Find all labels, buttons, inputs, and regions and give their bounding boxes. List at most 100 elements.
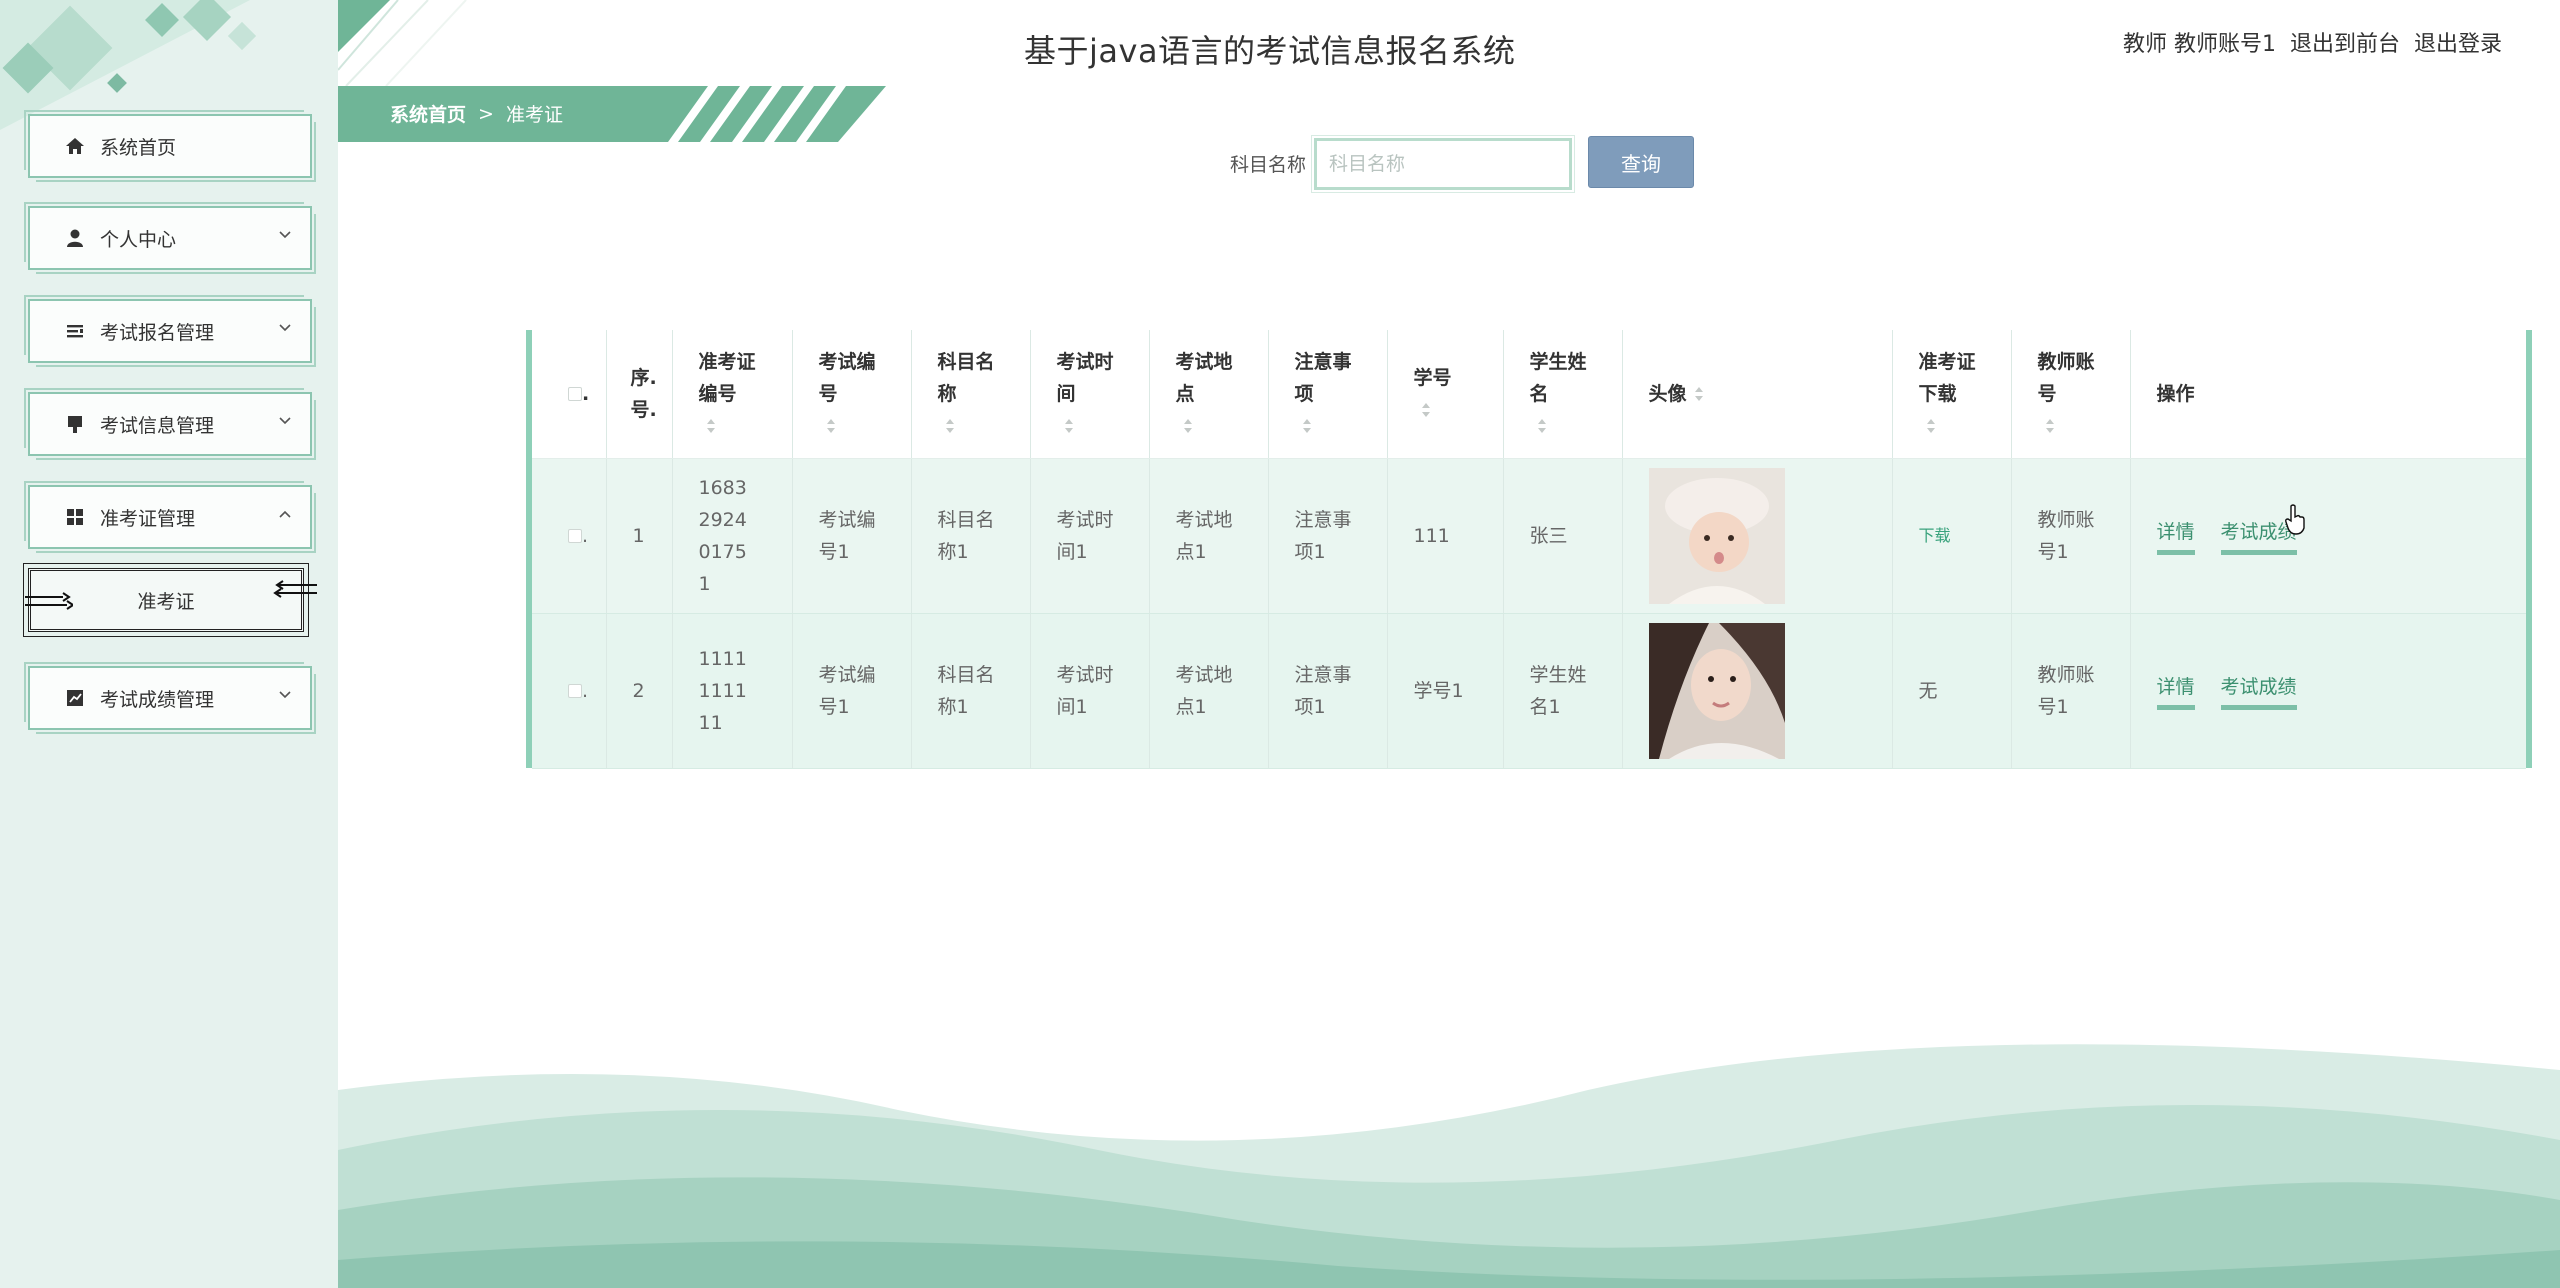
chart-icon [64, 687, 86, 709]
row-checkbox-cell[interactable]: . [532, 613, 607, 769]
cell-ticket-download: 下载 [1892, 458, 2012, 614]
cell-student-no: 111 [1387, 458, 1504, 614]
sort-icon[interactable] [825, 416, 837, 436]
table-row: . 2 1111111111 考试编号1 科目名称1 考试时间1 考试地点1 注… [532, 613, 2526, 769]
search-button[interactable]: 查询 [1588, 136, 1694, 188]
sidebar-item-exam-registration[interactable]: 考试报名管理 [24, 295, 316, 367]
breadcrumb-current: 准考证 [505, 104, 563, 126]
cell-subject: 科目名称1 [911, 458, 1031, 614]
sort-icon[interactable] [705, 416, 717, 436]
header-ticket-download[interactable]: 准考证下载 [1892, 330, 2012, 459]
detail-button[interactable]: 详情 [2156, 673, 2195, 710]
sidebar-item-label: 考试报名管理 [100, 321, 215, 344]
detail-button[interactable]: 详情 [2156, 518, 2195, 555]
sidebar-item-home[interactable]: 系统首页 [24, 110, 316, 182]
sidebar-item-personal-center[interactable]: 个人中心 [24, 202, 316, 274]
header-teacher-account[interactable]: 教师账号 [2011, 330, 2131, 459]
sort-icon[interactable] [1182, 416, 1194, 436]
header-ticket-no[interactable]: 准考证编号 [672, 330, 793, 459]
list-icon [64, 320, 86, 342]
cell-actions: 详情 考试成绩 [2130, 613, 2526, 769]
arrow-right-icon [25, 592, 73, 610]
header-exam-time[interactable]: 考试时间 [1030, 330, 1150, 459]
sidebar-item-exam-scores[interactable]: 考试成绩管理 [24, 662, 316, 734]
chevron-down-icon [279, 324, 291, 332]
table-row: . 1 1683292401751 考试编号1 科目名称1 考试时间1 考试地点… [532, 458, 2526, 614]
sort-icon[interactable] [1301, 416, 1313, 436]
sidebar-item-label: 系统首页 [100, 136, 177, 159]
cell-exam-time: 考试时间1 [1030, 613, 1150, 769]
submenu-item-admission-ticket[interactable]: 准考证 [23, 563, 317, 637]
table-header-row: . 序.号. 准考证编号 考试编号 科目名称 考试时间 考试地点 注意事项 学号… [532, 330, 2526, 459]
chevron-up-icon [279, 510, 291, 518]
avatar[interactable] [1648, 467, 1785, 604]
sort-icon[interactable] [1536, 416, 1548, 436]
row-checkbox-cell[interactable]: . [532, 458, 607, 614]
chevron-down-icon [279, 231, 291, 239]
breadcrumb-separator: > [478, 102, 494, 125]
stamp-icon [64, 413, 86, 435]
user-area: 教师 教师账号1 退出到前台 退出登录 [2123, 26, 2502, 58]
page-title: 基于java语言的考试信息报名系统 [1024, 32, 1516, 70]
chevron-down-icon [279, 417, 291, 425]
download-link[interactable]: 下载 [1919, 526, 1951, 545]
cell-teacher-account: 教师账号1 [2011, 458, 2131, 614]
cell-exam-place: 考试地点1 [1149, 458, 1269, 614]
header-notes[interactable]: 注意事项 [1268, 330, 1388, 459]
cell-ticket-no: 1683292401751 [672, 458, 793, 614]
subject-search-input[interactable] [1311, 135, 1575, 193]
grid-icon [64, 506, 86, 528]
exam-score-button[interactable]: 考试成绩 [2220, 673, 2297, 710]
header-subject[interactable]: 科目名称 [911, 330, 1031, 459]
sort-icon[interactable] [1420, 400, 1432, 420]
avatar[interactable] [1648, 622, 1785, 759]
sidebar: 系统首页 个人中心 考试报名管理 考试信息管理 准考证管理 准考证 考试成绩管理 [0, 0, 338, 1288]
cell-student-no: 学号1 [1387, 613, 1504, 769]
breadcrumb-home[interactable]: 系统首页 [390, 100, 466, 127]
bottom-wave-decoration [338, 1044, 2560, 1288]
sidebar-item-exam-info[interactable]: 考试信息管理 [24, 388, 316, 460]
cell-exam-no: 考试编号1 [792, 458, 912, 614]
cell-avatar [1622, 613, 1893, 769]
header-student-no[interactable]: 学号 [1387, 330, 1504, 459]
person-icon [64, 227, 86, 249]
header-student-name[interactable]: 学生姓名 [1503, 330, 1623, 459]
sort-icon[interactable] [1063, 416, 1075, 436]
cell-student-name: 学生姓名1 [1503, 613, 1623, 769]
arrow-left-icon [273, 580, 317, 598]
home-icon [64, 135, 86, 157]
select-all-checkbox[interactable] [568, 387, 582, 402]
submenu-item-label: 准考证 [137, 590, 195, 613]
header-select-all[interactable]: . [532, 330, 607, 459]
sort-icon[interactable] [1925, 416, 1937, 436]
hand-cursor-icon [2285, 504, 2305, 535]
header-exam-place[interactable]: 考试地点 [1149, 330, 1269, 459]
cell-ticket-no: 1111111111 [672, 613, 793, 769]
header-index: 序.号. [606, 330, 673, 459]
user-info: 教师 教师账号1 [2122, 32, 2276, 57]
cell-exam-no: 考试编号1 [792, 613, 912, 769]
cell-teacher-account: 教师账号1 [2011, 613, 2131, 769]
sidebar-item-label: 准考证管理 [100, 507, 196, 530]
header-exam-no[interactable]: 考试编号 [792, 330, 912, 459]
breadcrumb: 系统首页 > 准考证 [390, 100, 563, 127]
header-actions: 操作 [2130, 330, 2526, 459]
header-avatar[interactable]: 头像 [1622, 330, 1893, 459]
sort-icon[interactable] [2044, 416, 2056, 436]
sidebar-item-label: 考试成绩管理 [100, 688, 215, 711]
cell-ticket-download: 无 [1892, 613, 2012, 769]
cell-index: 2 [606, 613, 673, 769]
logout-link[interactable]: 退出登录 [2414, 26, 2502, 58]
search-label: 科目名称 [1230, 154, 1307, 176]
sidebar-item-admission-ticket[interactable]: 准考证管理 [24, 481, 316, 553]
sidebar-item-label: 考试信息管理 [100, 414, 215, 437]
row-checkbox[interactable] [568, 684, 582, 698]
row-checkbox[interactable] [568, 529, 582, 543]
cell-avatar [1622, 458, 1893, 614]
sort-icon[interactable] [1693, 384, 1705, 404]
sort-icon[interactable] [944, 416, 956, 436]
back-to-front-link[interactable]: 退出到前台 [2290, 26, 2400, 58]
header-decoration [338, 0, 467, 86]
chevron-down-icon [279, 691, 291, 699]
sidebar-item-label: 个人中心 [100, 228, 177, 251]
